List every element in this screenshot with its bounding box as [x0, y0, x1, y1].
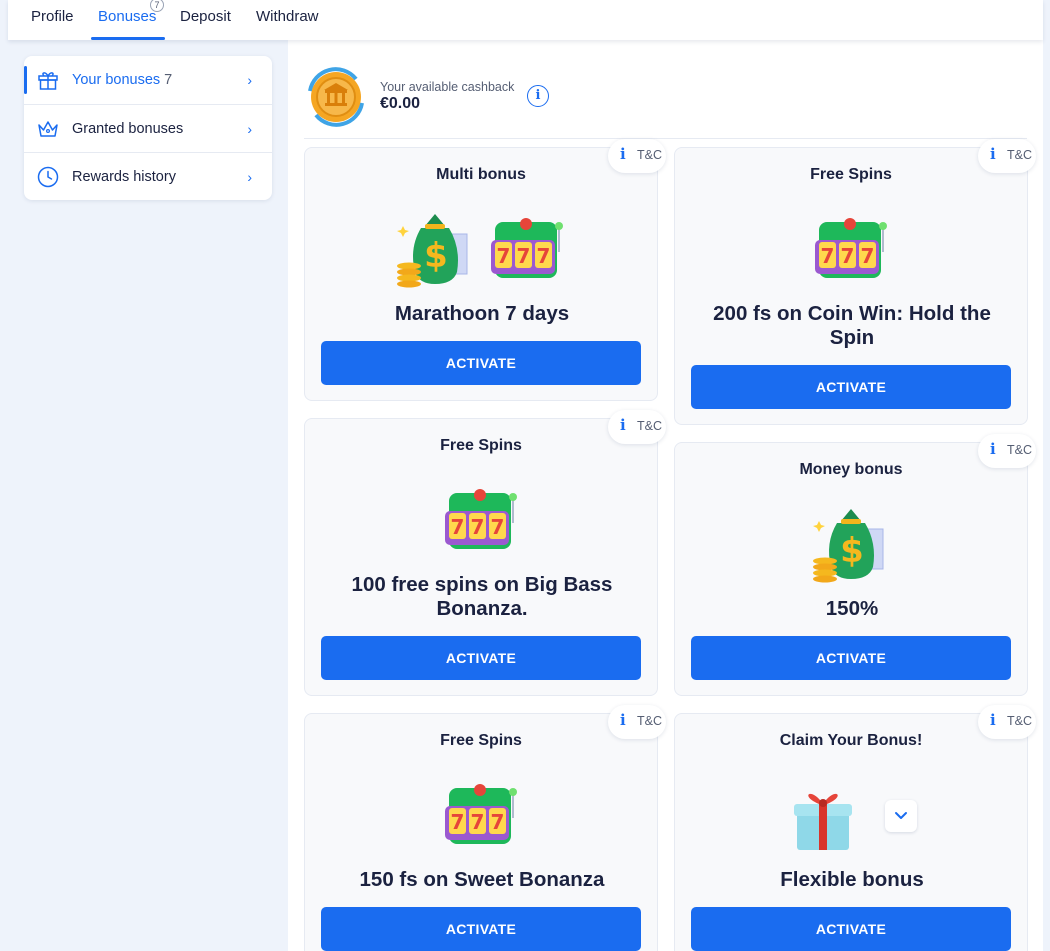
svg-text:$: $	[424, 236, 448, 276]
info-icon: i	[620, 711, 626, 729]
activate-button[interactable]: ACTIVATE	[691, 907, 1011, 951]
bonuses-count-badge: 7	[150, 0, 164, 12]
bonus-card: i T&C Multi bonus $ 7 7 7 Marathoon 7 da…	[304, 139, 666, 401]
sidebar-menu: Your bonuses 7 › Granted bonuses › Reward…	[24, 56, 272, 200]
terms-label: T&C	[1007, 714, 1032, 728]
bonus-name: 100 free spins on Big Bass Bonanza.	[351, 573, 613, 620]
sidebar-item-label: Rewards history	[72, 168, 176, 185]
activate-button[interactable]: ACTIVATE	[691, 365, 1011, 409]
bonus-type: Free Spins	[440, 437, 522, 454]
tab-withdraw[interactable]: Withdraw	[256, 8, 319, 25]
cashback-value: €0.00	[380, 95, 421, 112]
sidebar-item-label: Your bonuses	[72, 72, 161, 88]
svg-text:7: 7	[537, 244, 551, 268]
active-tab-indicator	[91, 37, 165, 40]
sidebar-item-count: 7	[164, 72, 173, 88]
expand-button[interactable]	[885, 800, 917, 832]
sidebar-item-rewards-history[interactable]: Rewards history ›	[24, 152, 272, 200]
gift-box-icon	[794, 793, 852, 850]
chevron-right-icon: ›	[247, 168, 252, 185]
clock-icon	[37, 166, 59, 188]
terms-label: T&C	[637, 419, 662, 433]
gift-icon	[38, 72, 58, 90]
tab-deposit[interactable]: Deposit	[180, 8, 231, 25]
tab-bonuses[interactable]: Bonuses	[98, 8, 156, 25]
bonus-card: i T&C Free Spins 7 7 7 100 free spins on…	[304, 410, 666, 696]
svg-text:7: 7	[451, 810, 465, 834]
bonus-name: Flexible bonus	[780, 868, 924, 891]
bonus-type: Free Spins	[440, 732, 522, 749]
info-icon: i	[990, 440, 996, 458]
bonus-type: Money bonus	[799, 461, 903, 478]
info-icon: i	[620, 145, 626, 163]
bonus-name: 150 fs on Sweet Bonanza	[359, 868, 605, 891]
svg-text:7: 7	[491, 810, 505, 834]
svg-text:7: 7	[471, 515, 485, 539]
slot-machine-icon: 7 7 7	[815, 218, 887, 278]
sidebar-item-granted-bonuses[interactable]: Granted bonuses ›	[24, 104, 272, 152]
info-icon[interactable]: i	[527, 85, 549, 107]
slot-machine-icon: 7 7 7	[445, 489, 517, 549]
money-bag-icon: $	[397, 214, 468, 288]
bonus-card: i T&C Free Spins 7 7 7 200 fs on Coin Wi…	[674, 139, 1036, 425]
bonus-type: Free Spins	[810, 166, 892, 183]
sidebar-item-label: Granted bonuses	[72, 120, 184, 137]
info-icon: i	[990, 145, 996, 163]
chevron-down-icon	[895, 812, 907, 819]
bonus-name: Marathoon 7 days	[394, 302, 570, 325]
bonus-name: 200 fs on Coin Win: Hold the Spin	[713, 302, 991, 349]
activate-button[interactable]: ACTIVATE	[321, 636, 641, 680]
divider	[304, 138, 1027, 139]
svg-text:$: $	[840, 531, 864, 571]
terms-label: T&C	[637, 714, 662, 728]
sidebar-item-your-bonuses[interactable]: Your bonuses 7 ›	[24, 56, 272, 104]
terms-label: T&C	[1007, 443, 1032, 457]
bonus-card: i T&C Money bonus $ 150% ACTIVATE	[674, 434, 1036, 696]
chevron-right-icon: ›	[247, 120, 252, 137]
bonus-type: Multi bonus	[436, 166, 526, 183]
svg-text:7: 7	[517, 244, 531, 268]
bonuses-page: Profile Bonuses 7 Deposit Withdraw Your …	[8, 0, 1043, 951]
cashback-coin-icon	[308, 67, 364, 127]
terms-label: T&C	[637, 148, 662, 162]
bonus-name: 150%	[825, 597, 879, 620]
bonus-card: i T&C Claim Your Bonus! Flexible bonus A…	[674, 705, 1036, 951]
svg-text:7: 7	[841, 244, 855, 268]
svg-text:7: 7	[491, 515, 505, 539]
active-item-indicator	[24, 66, 27, 94]
info-icon: i	[620, 416, 626, 434]
svg-text:7: 7	[497, 244, 511, 268]
activate-button[interactable]: ACTIVATE	[691, 636, 1011, 680]
chevron-right-icon: ›	[247, 72, 252, 88]
activate-button[interactable]: ACTIVATE	[321, 907, 641, 951]
svg-text:7: 7	[821, 244, 835, 268]
money-bag-icon: $	[813, 509, 884, 583]
terms-label: T&C	[1007, 148, 1032, 162]
activate-button[interactable]: ACTIVATE	[321, 341, 641, 385]
top-nav: Profile Bonuses 7 Deposit Withdraw	[8, 0, 1043, 40]
svg-text:7: 7	[451, 515, 465, 539]
svg-text:7: 7	[861, 244, 875, 268]
info-icon: i	[990, 711, 996, 729]
tab-profile[interactable]: Profile	[31, 8, 74, 25]
bonus-card: i T&C Free Spins 7 7 7 150 fs on Sweet B…	[304, 705, 666, 951]
crown-icon	[38, 121, 58, 137]
bonus-type: Claim Your Bonus!	[779, 732, 923, 749]
svg-text:7: 7	[471, 810, 485, 834]
slot-machine-icon: 7 7 7	[445, 784, 517, 844]
cashback-label: Your available cashback	[380, 80, 515, 94]
slot-machine-icon: 7 7 7	[491, 218, 563, 278]
